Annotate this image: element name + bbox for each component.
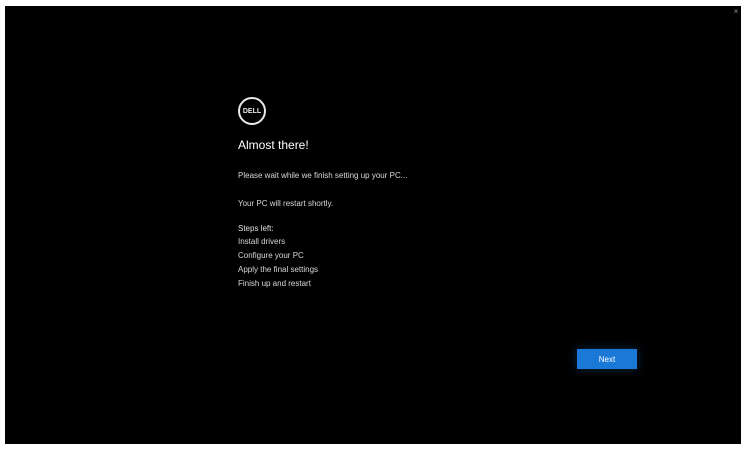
close-icon[interactable]: × xyxy=(732,8,740,16)
logo-text: DELL xyxy=(242,107,262,115)
dell-logo: DELL xyxy=(238,97,266,125)
setup-screen: × DELL Almost there! Please wait while w… xyxy=(5,6,741,444)
step-item: Configure your PC xyxy=(238,251,304,260)
page-title: Almost there! xyxy=(238,138,309,152)
step-item: Finish up and restart xyxy=(238,279,311,288)
step-item: Apply the final settings xyxy=(238,265,319,274)
restart-notice: Your PC will restart shortly. xyxy=(238,199,334,208)
status-message: Please wait while we finish setting up y… xyxy=(238,171,408,180)
steps-heading: Steps left: xyxy=(238,224,274,233)
next-button[interactable]: Next xyxy=(577,349,637,369)
step-item: Install drivers xyxy=(238,237,286,246)
